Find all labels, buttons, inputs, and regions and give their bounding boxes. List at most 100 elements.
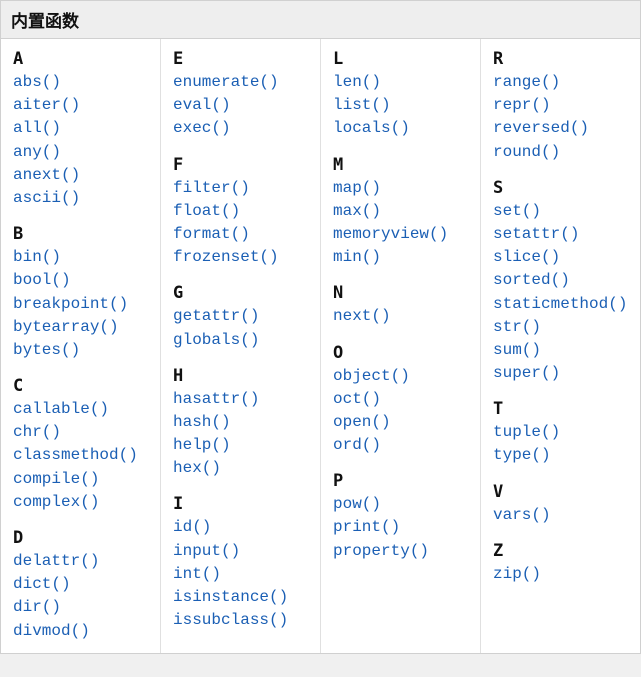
function-link[interactable]: breakpoint(): [13, 293, 154, 316]
function-link[interactable]: memoryview(): [333, 223, 474, 246]
function-link[interactable]: pow(): [333, 493, 474, 516]
function-link[interactable]: delattr(): [13, 550, 154, 573]
section-L: Llen()list()locals(): [333, 49, 474, 141]
function-link[interactable]: open(): [333, 411, 474, 434]
function-link[interactable]: type(): [493, 444, 634, 467]
function-link[interactable]: len(): [333, 71, 474, 94]
function-link[interactable]: dir(): [13, 596, 154, 619]
function-link[interactable]: float(): [173, 200, 314, 223]
function-link[interactable]: bin(): [13, 246, 154, 269]
columns-wrapper: Aabs()aiter()all()any()anext()ascii()Bbi…: [1, 39, 640, 653]
function-link[interactable]: bytes(): [13, 339, 154, 362]
function-link[interactable]: hex(): [173, 457, 314, 480]
function-link[interactable]: exec(): [173, 117, 314, 140]
section-O: Oobject()oct()open()ord(): [333, 343, 474, 458]
function-link[interactable]: globals(): [173, 329, 314, 352]
function-link[interactable]: frozenset(): [173, 246, 314, 269]
function-link[interactable]: bool(): [13, 269, 154, 292]
function-link[interactable]: aiter(): [13, 94, 154, 117]
section-heading: A: [13, 49, 154, 69]
section-C: Ccallable()chr()classmethod()compile()co…: [13, 376, 154, 514]
function-link[interactable]: ord(): [333, 434, 474, 457]
function-link[interactable]: range(): [493, 71, 634, 94]
section-heading: F: [173, 155, 314, 175]
builtin-functions-panel: 内置函数 Aabs()aiter()all()any()anext()ascii…: [0, 0, 641, 654]
panel-title: 内置函数: [1, 1, 640, 39]
function-link[interactable]: staticmethod(): [493, 293, 634, 316]
function-link[interactable]: sorted(): [493, 269, 634, 292]
function-link[interactable]: map(): [333, 177, 474, 200]
section-heading: Z: [493, 541, 634, 561]
function-link[interactable]: repr(): [493, 94, 634, 117]
section-H: Hhasattr()hash()help()hex(): [173, 366, 314, 481]
function-link[interactable]: oct(): [333, 388, 474, 411]
section-E: Eenumerate()eval()exec(): [173, 49, 314, 141]
function-link[interactable]: classmethod(): [13, 444, 154, 467]
function-link[interactable]: enumerate(): [173, 71, 314, 94]
section-heading: S: [493, 178, 634, 198]
function-link[interactable]: setattr(): [493, 223, 634, 246]
function-link[interactable]: sum(): [493, 339, 634, 362]
section-heading: N: [333, 283, 474, 303]
section-R: Rrange()repr()reversed()round(): [493, 49, 634, 164]
function-link[interactable]: id(): [173, 516, 314, 539]
function-link[interactable]: chr(): [13, 421, 154, 444]
function-link[interactable]: slice(): [493, 246, 634, 269]
function-link[interactable]: round(): [493, 141, 634, 164]
function-link[interactable]: object(): [333, 365, 474, 388]
function-link[interactable]: getattr(): [173, 305, 314, 328]
function-link[interactable]: super(): [493, 362, 634, 385]
function-link[interactable]: filter(): [173, 177, 314, 200]
function-link[interactable]: callable(): [13, 398, 154, 421]
function-link[interactable]: ascii(): [13, 187, 154, 210]
function-link[interactable]: compile(): [13, 468, 154, 491]
function-link[interactable]: abs(): [13, 71, 154, 94]
section-heading: I: [173, 494, 314, 514]
function-link[interactable]: property(): [333, 540, 474, 563]
section-M: Mmap()max()memoryview()min(): [333, 155, 474, 270]
section-heading: T: [493, 399, 634, 419]
function-link[interactable]: print(): [333, 516, 474, 539]
function-link[interactable]: complex(): [13, 491, 154, 514]
function-link[interactable]: issubclass(): [173, 609, 314, 632]
function-link[interactable]: help(): [173, 434, 314, 457]
function-link[interactable]: dict(): [13, 573, 154, 596]
function-link[interactable]: next(): [333, 305, 474, 328]
section-heading: E: [173, 49, 314, 69]
section-heading: H: [173, 366, 314, 386]
function-link[interactable]: min(): [333, 246, 474, 269]
section-heading: P: [333, 471, 474, 491]
function-link[interactable]: anext(): [13, 164, 154, 187]
function-link[interactable]: eval(): [173, 94, 314, 117]
section-P: Ppow()print()property(): [333, 471, 474, 563]
function-link[interactable]: str(): [493, 316, 634, 339]
function-link[interactable]: hasattr(): [173, 388, 314, 411]
section-heading: V: [493, 482, 634, 502]
function-link[interactable]: locals(): [333, 117, 474, 140]
function-link[interactable]: hash(): [173, 411, 314, 434]
function-link[interactable]: set(): [493, 200, 634, 223]
section-heading: D: [13, 528, 154, 548]
section-heading: G: [173, 283, 314, 303]
section-G: Ggetattr()globals(): [173, 283, 314, 351]
function-link[interactable]: format(): [173, 223, 314, 246]
function-link[interactable]: int(): [173, 563, 314, 586]
function-link[interactable]: zip(): [493, 563, 634, 586]
function-link[interactable]: any(): [13, 141, 154, 164]
section-T: Ttuple()type(): [493, 399, 634, 467]
section-D: Ddelattr()dict()dir()divmod(): [13, 528, 154, 643]
function-link[interactable]: max(): [333, 200, 474, 223]
function-link[interactable]: vars(): [493, 504, 634, 527]
function-link[interactable]: bytearray(): [13, 316, 154, 339]
function-link[interactable]: isinstance(): [173, 586, 314, 609]
column-3: Rrange()repr()reversed()round() Sset()set…: [481, 39, 640, 653]
function-link[interactable]: divmod(): [13, 620, 154, 643]
section-heading: C: [13, 376, 154, 396]
section-Z: Zzip(): [493, 541, 634, 586]
function-link[interactable]: tuple(): [493, 421, 634, 444]
function-link[interactable]: reversed(): [493, 117, 634, 140]
section-V: Vvars(): [493, 482, 634, 527]
function-link[interactable]: input(): [173, 540, 314, 563]
function-link[interactable]: all(): [13, 117, 154, 140]
function-link[interactable]: list(): [333, 94, 474, 117]
